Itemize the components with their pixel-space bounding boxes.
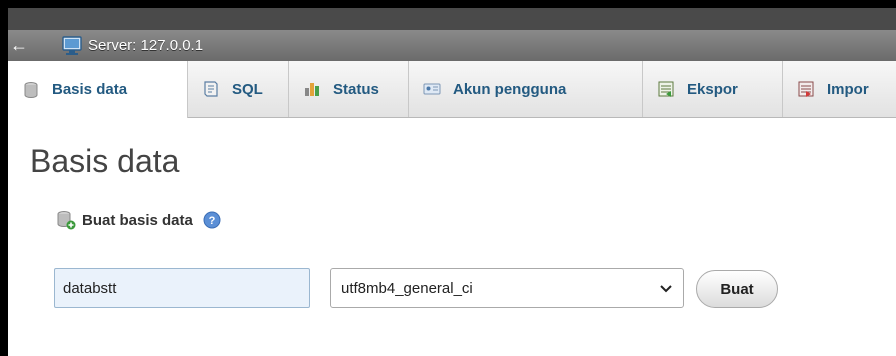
sql-icon	[204, 81, 218, 97]
tab-label: SQL	[232, 80, 263, 98]
database-icon	[24, 81, 38, 98]
page-title: Basis data	[30, 143, 180, 179]
user-accounts-icon	[423, 83, 441, 95]
section-title-label: Buat basis data	[82, 211, 193, 229]
server-icon	[62, 36, 82, 55]
tab-import[interactable]: Impor	[783, 61, 896, 117]
chevron-down-icon	[660, 285, 672, 293]
tab-label: Basis data	[52, 81, 128, 98]
server-breadcrumb-link[interactable]: Server: 127.0.0.1	[88, 37, 203, 54]
tab-status[interactable]: Status	[289, 61, 409, 117]
window-top-strip	[8, 8, 896, 30]
tab-sql[interactable]: SQL	[188, 61, 289, 117]
new-database-icon	[57, 211, 76, 230]
back-arrow-icon[interactable]: ←	[8, 34, 30, 56]
database-name-input[interactable]	[54, 268, 310, 308]
tab-label: Akun pengguna	[453, 80, 567, 98]
tab-label: Impor	[827, 80, 869, 98]
create-database-heading: Buat basis data ?	[56, 210, 221, 230]
status-chart-icon	[305, 83, 319, 96]
export-icon	[658, 81, 674, 97]
collation-value: utf8mb4_general_ci	[341, 279, 473, 297]
tab-label: Status	[333, 80, 379, 98]
main-tab-bar: Basis data SQL Status Akun pengguna Eksp…	[8, 61, 896, 118]
app-frame: ← Server: 127.0.0.1 Basis data SQL Statu…	[8, 8, 896, 356]
tab-label: Ekspor	[687, 80, 738, 98]
tab-export[interactable]: Ekspor	[643, 61, 783, 117]
import-icon	[798, 81, 814, 97]
svg-text:?: ?	[209, 215, 216, 227]
tab-databases[interactable]: Basis data	[8, 61, 188, 118]
create-database-button[interactable]: Buat	[696, 270, 778, 308]
collation-select[interactable]: utf8mb4_general_ci	[330, 268, 684, 308]
help-icon[interactable]: ?	[203, 211, 221, 229]
breadcrumb: ← Server: 127.0.0.1	[8, 30, 896, 61]
tab-user-accounts[interactable]: Akun pengguna	[409, 61, 643, 117]
